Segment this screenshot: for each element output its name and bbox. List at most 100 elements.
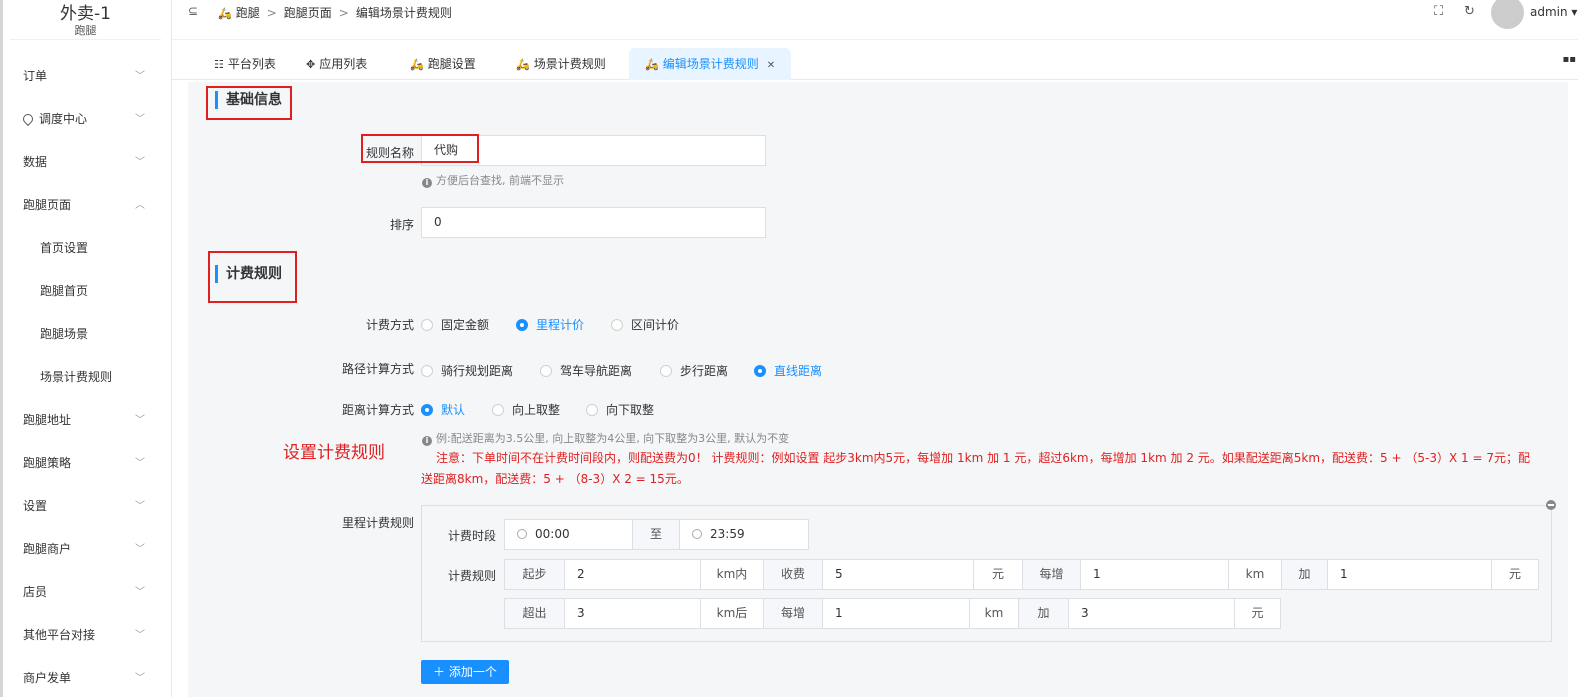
radio-label: 向下取整 [606,403,655,417]
over-label: 超出 [504,598,565,629]
refresh-icon[interactable]: ↻ [1464,4,1475,19]
clock-icon [692,529,702,539]
radio-interval[interactable]: 区间计价 [611,316,679,333]
each-label-2: 每增 [763,598,823,629]
remove-rule-icon[interactable] [1546,500,1556,510]
location-pin-icon [20,111,36,127]
end-time-input[interactable]: 23:59 [679,519,809,550]
radio-cycling-distance[interactable]: 骑行规划距离 [421,362,513,379]
chevron-down-icon: ﹀ [135,415,145,426]
mileage-rule-box: 计费时段 00:00 至 23:59 计费规则 起步 2 km内 收费 5 元 … [421,505,1552,642]
sidebar-item-scene-billing-rules[interactable]: 场景计费规则 [0,356,171,399]
radio-label: 向上取整 [512,403,561,417]
distance-label: 距离计算方式 [341,403,414,417]
tab-platform-list[interactable]: ☷ 平台列表 [214,48,276,80]
add-amount-input[interactable]: 1 [1327,559,1492,590]
chevron-down-icon: ﹀ [135,71,145,82]
tab-app-list[interactable]: ✥ 应用列表 [306,48,367,80]
sidebar-item-label: 其他平台对接 [23,628,96,642]
chevron-down-icon: ﹀ [135,114,145,125]
fee-unit: 元 [973,559,1023,590]
sidebar-item-errand-pages[interactable]: 跑腿页面 ︿ [0,184,171,227]
chevron-up-icon: ︿ [135,200,145,211]
chevron-down-icon: ﹀ [135,501,145,512]
sidebar-item-platform-integration[interactable]: 其他平台对接 ﹀ [0,614,171,657]
each-label: 每增 [1022,559,1081,590]
each-distance-input-2[interactable]: 1 [822,598,970,629]
add-rule-button[interactable]: ＋ 添加一个 [421,660,509,684]
scooter-icon: 🛵 [516,58,530,71]
sidebar-item-settings[interactable]: 设置 ﹀ [0,485,171,528]
radio-walking-distance[interactable]: 步行距离 [660,362,728,379]
sidebar-item-label: 首页设置 [40,241,89,255]
radio-mileage[interactable]: 里程计价 [516,316,584,333]
radio-label: 直线距离 [774,364,823,378]
radio-default[interactable]: 默认 [421,401,465,418]
app-root: 外卖-1 跑腿 订单 ﹀ 调度中心 ﹀ 数据 ﹀ 跑腿页面 ︿ 首页设置 跑腿首页 跑腿… [0,0,1578,697]
start-time-value: 00:00 [535,527,570,541]
sidebar-item-merchant-orders[interactable]: 商户发单 ﹀ [0,657,171,697]
add-amount-unit: 元 [1491,559,1539,590]
avatar[interactable] [1491,0,1524,29]
breadcrumb-item[interactable]: 跑腿 [236,6,260,20]
topbar: ⊆ 🛵 跑腿 > 跑腿页面 > 编辑场景计费规则 ⛶ ↻ admin ▾ [172,0,1578,40]
scooter-icon: 🛵 [410,58,424,71]
radio-round-up[interactable]: 向上取整 [492,401,560,418]
radio-label: 固定金额 [441,318,490,332]
radio-fixed-amount[interactable]: 固定金额 [421,316,489,333]
radio-circle [421,404,433,416]
more-icon[interactable]: ▪▪ [1562,54,1576,65]
sidebar-item-dispatch[interactable]: 调度中心 ﹀ [0,98,171,141]
sidebar-item-orders[interactable]: 订单 ﹀ [0,55,171,98]
breadcrumb-item[interactable]: 跑腿页面 [284,6,332,20]
fee-input[interactable]: 5 [822,559,974,590]
radio-driving-distance[interactable]: 驾车导航距离 [540,362,632,379]
over-distance-input[interactable]: 3 [564,598,701,629]
sidebar-item-errand-address[interactable]: 跑腿地址 ﹀ [0,399,171,442]
start-step-label: 起步 [504,559,565,590]
user-name-text: admin [1530,5,1568,19]
radio-label: 默认 [441,403,466,417]
annotation-text: 设置计费规则 [283,443,385,463]
radio-circle [421,365,433,377]
chevron-down-icon: ﹀ [135,630,145,641]
start-distance-input[interactable]: 2 [564,559,701,590]
sidebar-menu: 订单 ﹀ 调度中心 ﹀ 数据 ﹀ 跑腿页面 ︿ 首页设置 跑腿首页 跑腿场景 场景计费规… [0,55,171,697]
each-distance-input[interactable]: 1 [1080,559,1229,590]
sort-label: 排序 [389,218,414,232]
main-content: 基础信息 规则名称 代购 i 方便后台查找, 前端不显示 排序 0 计费规则 计费… [188,82,1568,697]
sidebar-item-errand-strategy[interactable]: 跑腿策略 ﹀ [0,442,171,485]
radio-straight-distance[interactable]: 直线距离 [754,362,822,379]
tab-label: 平台列表 [227,57,276,71]
period-label: 计费时段 [447,529,496,543]
radio-label: 里程计价 [536,318,585,332]
tab-errand-settings[interactable]: 🛵 跑腿设置 [410,48,476,80]
sidebar-item-home-settings[interactable]: 首页设置 [0,227,171,270]
sidebar-item-data[interactable]: 数据 ﹀ [0,141,171,184]
tab-scene-billing-rules[interactable]: 🛵 场景计费规则 [516,48,606,80]
tab-label: 跑腿设置 [427,57,476,71]
menu-collapse-icon[interactable]: ⊆ [188,4,198,18]
info-icon: i [422,436,432,446]
grid-icon: ✥ [306,58,316,71]
radio-round-down[interactable]: 向下取整 [586,401,654,418]
user-name[interactable]: admin ▾ [1530,5,1577,19]
tab-label: 场景计费规则 [533,57,606,71]
sidebar-item-staff[interactable]: 店员 ﹀ [0,571,171,614]
radio-label: 骑行规划距离 [441,364,514,378]
annotation-box [361,134,479,163]
fullscreen-icon[interactable]: ⛶ [1434,4,1443,19]
each-distance-unit: km [1228,559,1282,590]
sidebar-item-label: 跑腿首页 [40,284,89,298]
add-amount-input-2[interactable]: 3 [1068,598,1235,629]
sidebar-item-errand-scenes[interactable]: 跑腿场景 [0,313,171,356]
sidebar-item-label: 订单 [23,69,48,83]
sort-input[interactable]: 0 [421,207,766,238]
close-icon[interactable]: ✕ [767,60,775,71]
chevron-down-icon: ﹀ [135,458,145,469]
sidebar-item-errand-merchants[interactable]: 跑腿商户 ﹀ [0,528,171,571]
tab-edit-scene-billing-rule[interactable]: 🛵 编辑场景计费规则 ✕ [629,48,792,80]
sidebar-item-errand-home[interactable]: 跑腿首页 [0,270,171,313]
radio-circle [660,365,672,377]
start-time-input[interactable]: 00:00 [504,519,633,550]
